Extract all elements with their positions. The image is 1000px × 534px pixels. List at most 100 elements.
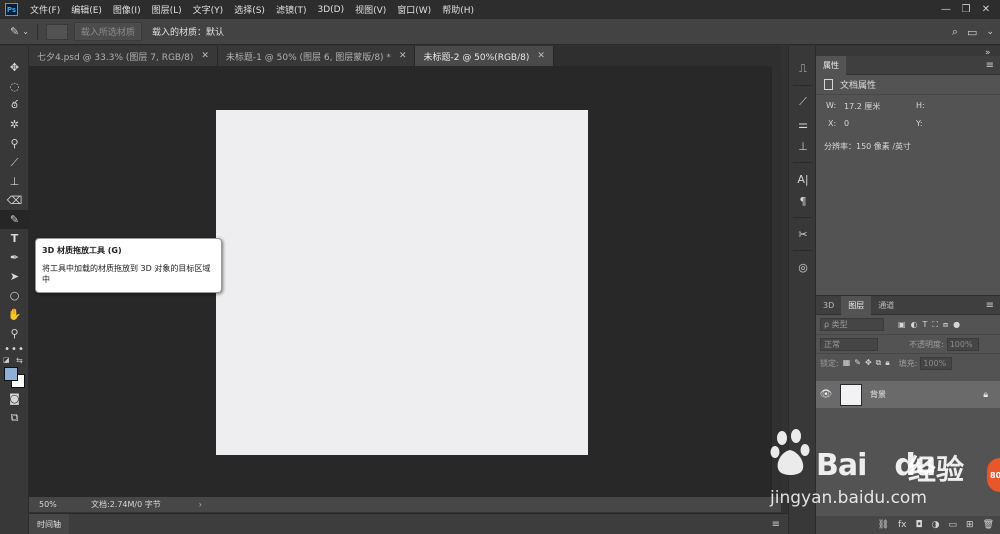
pixel-filter-icon[interactable]: ▣ [898, 320, 906, 330]
hand-tool-icon[interactable]: ✋ [0, 305, 29, 324]
lasso-tool-icon[interactable]: ఠ [0, 96, 29, 115]
workspace-icon[interactable]: ▭ [967, 26, 977, 39]
add-mask-icon[interactable]: ◘ [916, 520, 923, 530]
menu-view[interactable]: 视图(V) [355, 3, 386, 16]
paragraph-icon[interactable]: ¶ [789, 190, 817, 212]
color-swatches: ◪ ⇆ [0, 355, 29, 389]
panel-grip[interactable] [816, 46, 1000, 56]
lock-paint-icon[interactable]: ✎ [854, 358, 861, 368]
tab-3d[interactable]: 3D [816, 296, 841, 315]
move-tool-icon[interactable]: ✥ [0, 58, 29, 77]
tab-channels[interactable]: 通道 [871, 296, 901, 315]
x-value[interactable]: 0 [844, 119, 849, 128]
blend-mode-select[interactable]: 正常 [820, 337, 878, 351]
tab-document-1[interactable]: 七夕4.psd @ 33.3% (图层 7, RGB/8) ✕ [29, 46, 218, 66]
type-filter-icon[interactable]: T [923, 320, 928, 330]
menu-layer[interactable]: 图层(L) [152, 3, 182, 16]
default-colors-icon[interactable]: ◪ [3, 356, 10, 364]
tab-document-2[interactable]: 未标题-1 @ 50% (图层 6, 图层蒙版/8) * ✕ [217, 46, 416, 66]
adjustment-filter-icon[interactable]: ◐ [911, 320, 918, 330]
menu-filter[interactable]: 滤镜(T) [276, 3, 307, 16]
filter-kind-select[interactable]: ρ 类型 [820, 318, 884, 331]
chevron-down-icon[interactable]: ⌄ [986, 27, 994, 37]
zoom-tool-icon[interactable]: ⚲ [0, 324, 29, 343]
link-layers-icon[interactable]: ⛓ [878, 520, 889, 530]
zoom-level[interactable]: 50% [39, 500, 91, 509]
lock-all-icon[interactable]: 🔒︎ [885, 358, 889, 368]
menu-select[interactable]: 选择(S) [234, 3, 265, 16]
clone-source-icon[interactable]: ⊥ [789, 135, 817, 157]
toolbar-grip[interactable] [0, 46, 28, 58]
search-icon[interactable]: ⌕ [952, 25, 958, 39]
status-menu-arrow[interactable]: › [199, 500, 202, 509]
character-icon[interactable]: A| [789, 168, 817, 190]
document-canvas[interactable] [216, 110, 588, 455]
layer-row-background[interactable]: 👁︎ 背景 🔒︎ [816, 381, 1000, 408]
adjustment-layer-icon[interactable]: ◑ [932, 520, 940, 530]
minimize-button[interactable]: — [936, 4, 956, 15]
menu-file[interactable]: 文件(F) [30, 3, 60, 16]
panel-menu-icon[interactable]: ≡ [772, 519, 780, 530]
pen-tool-icon[interactable]: ✒ [0, 248, 29, 267]
width-value[interactable]: 17.2 厘米 [844, 101, 880, 112]
menu-help[interactable]: 帮助(H) [442, 3, 474, 16]
close-button[interactable]: ✕ [976, 4, 996, 15]
fill-input[interactable]: 100% [920, 356, 953, 370]
smart-object-filter-icon[interactable]: ⧈ [943, 320, 948, 330]
close-icon[interactable]: ✕ [201, 51, 209, 61]
quick-mask-icon[interactable]: ◙ [0, 389, 29, 408]
filter-toggle-icon[interactable]: ● [953, 320, 960, 330]
shape-filter-icon[interactable]: ⛶ [932, 320, 938, 330]
layer-name[interactable]: 背景 [870, 389, 886, 400]
eyedropper-tool-icon[interactable]: ⚲ [0, 134, 29, 153]
screen-mode-icon[interactable]: ⧉ [0, 408, 29, 427]
tool-preset-picker[interactable]: ✎ ⌄ [10, 25, 29, 38]
tab-layers[interactable]: 图层 [841, 295, 872, 315]
type-tool-icon[interactable]: T [0, 229, 29, 248]
foreground-color-swatch[interactable] [4, 367, 18, 381]
tab-properties[interactable]: 属性 [816, 55, 846, 75]
marquee-tool-icon[interactable]: ◌ [0, 77, 29, 96]
more-tools-icon[interactable]: ••• [0, 343, 29, 355]
layer-style-icon[interactable]: fx [898, 520, 907, 530]
panel-menu-icon[interactable]: ≡ [986, 60, 994, 71]
new-layer-icon[interactable]: ⊞ [966, 520, 974, 530]
load-selected-material-button[interactable]: 载入所选材质 [73, 22, 142, 41]
material-picker-swatch[interactable] [45, 23, 68, 40]
path-selection-tool-icon[interactable]: ➤ [0, 267, 29, 286]
eraser-tool-icon[interactable]: ⌫ [0, 191, 29, 210]
panel-menu-icon[interactable]: ≡ [986, 300, 994, 311]
magic-wand-tool-icon[interactable]: ✲ [0, 115, 29, 134]
close-icon[interactable]: ✕ [399, 51, 407, 61]
eye-icon[interactable]: 👁︎ [816, 389, 836, 400]
lock-pixels-icon[interactable]: ▦ [843, 358, 851, 368]
ellipse-tool-icon[interactable]: ○ [0, 286, 29, 305]
brush-tool-icon[interactable]: ⟋ [0, 153, 29, 172]
libraries-icon[interactable]: ◎ [789, 256, 817, 278]
stamp-tool-icon[interactable]: ⊥ [0, 172, 29, 191]
opacity-input[interactable]: 100% [946, 337, 979, 351]
material-drop-icon: ✎ [10, 25, 20, 38]
tab-timeline[interactable]: 时间轴 [29, 513, 69, 534]
menu-3d[interactable]: 3D(D) [317, 5, 344, 15]
lock-icon[interactable]: 🔒︎ [983, 390, 988, 400]
close-icon[interactable]: ✕ [537, 51, 545, 61]
tab-document-3[interactable]: 未标题-2 @ 50%(RGB/8) ✕ [415, 46, 554, 66]
menu-edit[interactable]: 编辑(E) [71, 3, 102, 16]
strip-grip[interactable] [789, 46, 815, 58]
swap-colors-icon[interactable]: ⇆ [16, 356, 23, 365]
collapse-panels-icon[interactable]: » [985, 48, 991, 58]
brush-settings-icon[interactable]: ⟋ [789, 91, 817, 113]
lock-artboard-icon[interactable]: ⧉ [876, 358, 882, 368]
delete-layer-icon[interactable]: 🗑︎ [983, 520, 994, 530]
restore-button[interactable]: ❐ [956, 4, 976, 15]
menu-type[interactable]: 文字(Y) [193, 3, 224, 16]
tool-presets-icon[interactable]: ✂ [789, 223, 817, 245]
menu-image[interactable]: 图像(I) [113, 3, 141, 16]
lock-position-icon[interactable]: ✥ [865, 358, 872, 368]
adjustments-icon[interactable]: ⚌ [789, 113, 817, 135]
menu-window[interactable]: 窗口(W) [397, 3, 431, 16]
material-drop-tool-icon[interactable]: ✎ [0, 210, 29, 229]
history-icon[interactable]: ⎍ [789, 58, 817, 80]
new-group-icon[interactable]: ▭ [949, 520, 958, 530]
